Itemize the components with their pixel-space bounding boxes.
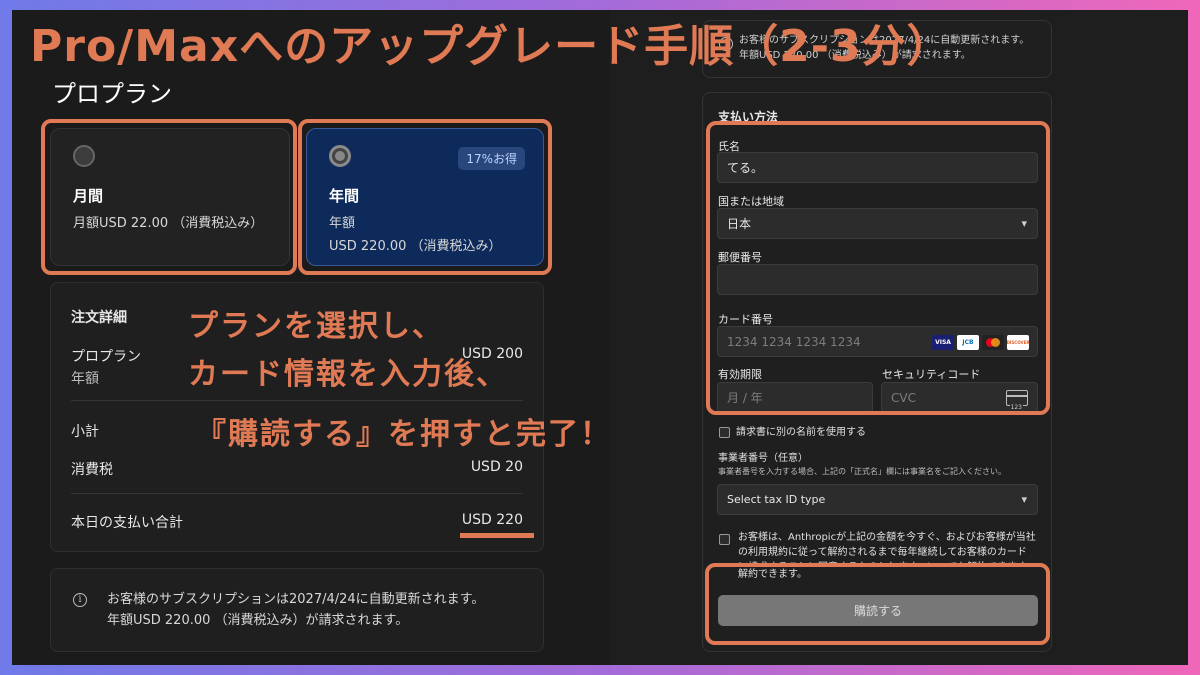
- instruction-line1: プランを選択し、: [188, 309, 444, 344]
- order-title: 注文詳細: [71, 310, 127, 326]
- card-number-field[interactable]: 1234 1234 1234 1234 VISA JCB DISCOVER: [717, 326, 1038, 357]
- payment-heading: 支払い方法: [718, 110, 779, 124]
- billing-name-label: 請求書に別の名前を使用する: [736, 427, 866, 438]
- order-item-name: プロプラン: [71, 349, 141, 365]
- instruction-line3: 『購読する』を押すと完了！: [196, 417, 612, 452]
- total-value: USD 220: [461, 512, 523, 528]
- chevron-down-icon: ▾: [1021, 217, 1027, 230]
- consent-checkbox[interactable]: [719, 534, 730, 545]
- tax-value: USD 20: [470, 459, 523, 475]
- expiry-placeholder: 月 / 年: [727, 391, 763, 405]
- subtotal-label: 小計: [71, 424, 99, 440]
- tax-id-select[interactable]: Select tax ID type ▾: [717, 484, 1038, 515]
- cvc-placeholder: CVC: [891, 390, 916, 405]
- info-icon: i: [73, 593, 87, 607]
- country-select[interactable]: 日本 ▾: [717, 208, 1038, 239]
- postal-field[interactable]: [717, 264, 1038, 295]
- yearly-plan-name: 年間: [329, 187, 360, 205]
- order-item-term: 年額: [71, 371, 99, 387]
- cvc-label: セキュリティコード: [882, 368, 981, 381]
- monthly-plan-price: 月額USD 22.00 （消費税込み）: [73, 216, 264, 231]
- card-placeholder: 1234 1234 1234 1234: [727, 334, 861, 349]
- discover-logo-icon: DISCOVER: [1007, 335, 1029, 350]
- name-field[interactable]: てる。: [717, 152, 1038, 183]
- yearly-radio[interactable]: [329, 145, 351, 167]
- yearly-plan-price: USD 220.00 （消費税込み）: [329, 239, 502, 254]
- jcb-logo-icon: JCB: [957, 335, 979, 350]
- plan-heading: プロプラン: [52, 80, 172, 108]
- country-label: 国または地域: [718, 195, 784, 208]
- consent-tail: 解約できます。: [738, 569, 807, 580]
- notice-line1: お客様のサブスクリプションは2027/4/24に自動更新されます。: [107, 592, 485, 607]
- billing-name-checkbox[interactable]: [719, 427, 730, 438]
- subscribe-button[interactable]: 購読する: [718, 595, 1038, 626]
- divider: [71, 493, 523, 494]
- total-label: 本日の支払い合計: [71, 515, 183, 531]
- notice-line2: 年額USD 220.00 （消費税込み）が請求されます。: [107, 613, 409, 628]
- name-value: てる。: [727, 161, 764, 175]
- renewal-notice: i お客様のサブスクリプションは2027/4/24に自動更新されます。 年額US…: [50, 568, 544, 652]
- consent-text: お客様は、Anthropicが上記の金額を今すぐ、およびお客様が当社の利用規約に…: [738, 532, 1036, 564]
- postal-label: 郵便番号: [718, 251, 762, 264]
- cvc-icon-number: 123: [1009, 404, 1023, 411]
- card-label: カード番号: [718, 313, 773, 326]
- monthly-plan-name: 月間: [73, 187, 104, 205]
- instruction-line2: カード情報を入力後、: [188, 357, 508, 392]
- total-underline-mark: [460, 533, 534, 538]
- tax-id-hint: 事業者番号を入力する場合、上記の「正式名」欄には事業名をご記入ください。: [718, 467, 1006, 476]
- discount-badge: 17%お得: [458, 147, 525, 170]
- visa-logo-icon: VISA: [932, 335, 954, 350]
- divider: [71, 400, 523, 401]
- expiry-field[interactable]: 月 / 年: [717, 382, 873, 413]
- cvc-card-icon: 123: [1006, 390, 1028, 411]
- mastercard-logo-icon: [982, 335, 1004, 350]
- chevron-down-icon: ▾: [1021, 493, 1027, 506]
- plan-card-yearly[interactable]: 17%お得 年間 年額 USD 220.00 （消費税込み）: [306, 128, 544, 266]
- tax-label: 消費税: [71, 462, 113, 478]
- plan-card-monthly[interactable]: 月間 月額USD 22.00 （消費税込み）: [50, 128, 290, 266]
- tax-id-select-value: Select tax ID type: [727, 493, 826, 506]
- monthly-radio[interactable]: [73, 145, 95, 167]
- country-value: 日本: [727, 217, 752, 231]
- page-title: Pro/Maxへのアップグレード手順（2-3分）: [30, 21, 952, 72]
- yearly-plan-term: 年額: [329, 216, 356, 231]
- cvc-field[interactable]: CVC 123: [881, 382, 1038, 413]
- expiry-label: 有効期限: [718, 368, 762, 381]
